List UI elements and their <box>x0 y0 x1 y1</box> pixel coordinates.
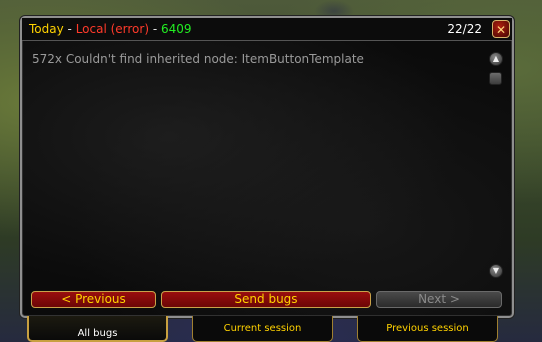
send-bugs-button[interactable]: Send bugs <box>161 291 371 308</box>
scroll-up-button[interactable]: ▲ <box>489 52 503 66</box>
scrollbar-thumb[interactable] <box>489 72 502 85</box>
close-button[interactable]: ✕ <box>492 20 510 38</box>
tab-label: All bugs <box>77 328 118 339</box>
close-icon: ✕ <box>495 23 507 37</box>
tab-previous-session[interactable]: Previous session <box>357 316 498 342</box>
tab-label: Previous session <box>386 323 469 334</box>
title-bug-count: 6409 <box>161 22 192 36</box>
title-date: Today <box>29 22 64 36</box>
title-separator: - <box>149 22 161 36</box>
next-button[interactable]: Next > <box>376 291 502 308</box>
title-separator: - <box>63 22 76 36</box>
previous-button[interactable]: < Previous <box>31 291 156 308</box>
scroll-up-icon: ▲ <box>492 54 500 63</box>
scroll-down-button[interactable]: ▼ <box>489 264 503 278</box>
bugsack-window: Today - Local (error) - 6409 22/22 ✕ 572… <box>20 16 514 318</box>
tab-all-bugs[interactable]: All bugs <box>27 316 168 342</box>
error-message: 572x Couldn't find inherited node: ItemB… <box>32 52 364 66</box>
tab-bar: All bugs Current session Previous sessio… <box>0 316 542 342</box>
title-bar: Today - Local (error) - 6409 22/22 ✕ <box>22 18 512 41</box>
page-counter: 22/22 <box>447 22 482 36</box>
tab-label: Current session <box>223 323 302 334</box>
title-error-source: Local (error) <box>75 22 150 36</box>
window-title: Today - Local (error) - 6409 <box>29 22 192 36</box>
tab-current-session[interactable]: Current session <box>192 316 333 342</box>
scroll-down-icon: ▼ <box>492 266 500 275</box>
